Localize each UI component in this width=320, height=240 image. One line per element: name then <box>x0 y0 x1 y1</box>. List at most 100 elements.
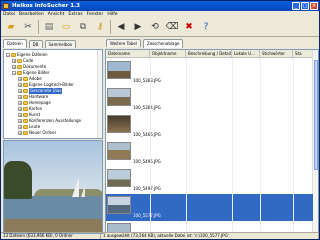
folder-icon <box>23 95 28 99</box>
minimize-button[interactable]: _ <box>292 2 300 10</box>
file-row[interactable]: 100_5466.JPG <box>106 113 313 140</box>
title-bar[interactable]: Heikos InfoSucher 1.3 _ □ × <box>1 1 319 11</box>
list-header: Dateiname Objektname Beschreibung / Deta… <box>106 50 318 58</box>
file-row[interactable]: 100_5364.JPG <box>106 86 313 113</box>
col-sta[interactable]: Sta <box>293 50 313 58</box>
expand-icon[interactable]: + <box>18 101 22 105</box>
col-dateiname[interactable]: Dateiname <box>106 50 150 58</box>
back-icon[interactable]: ◀ <box>114 20 128 34</box>
file-row[interactable]: 100_5495.JPG <box>106 140 313 167</box>
collapse-icon[interactable]: − <box>6 53 10 57</box>
tree-item-label: Eigene Logitech-Bilder <box>29 82 74 87</box>
tree-item-label: Gescannte Dias <box>29 88 63 94</box>
folder-icon <box>11 53 16 57</box>
file-list[interactable]: Dateiname Objektname Beschreibung / Deta… <box>105 49 319 233</box>
tree-item[interactable]: + Code <box>12 58 33 64</box>
forward-icon[interactable]: ▶ <box>131 20 145 34</box>
delete-icon[interactable]: ⌫ <box>165 20 179 34</box>
file-name: 100_5497.JPG <box>133 186 161 191</box>
tree-item[interactable]: + Homepage <box>18 100 51 106</box>
tree-item-label: Eigene Bilder <box>23 70 50 75</box>
col-objektname[interactable]: Objektname <box>150 50 186 58</box>
rotate-icon[interactable]: ⟲ <box>148 20 162 34</box>
stop-icon[interactable]: ✖ <box>182 20 196 34</box>
expand-icon[interactable]: + <box>12 65 16 69</box>
expand-icon[interactable]: + <box>18 119 22 123</box>
folder-icon[interactable]: ▭ <box>59 20 73 34</box>
tab-db[interactable]: DB <box>28 40 43 48</box>
tree-item[interactable]: + Kunst <box>18 112 40 118</box>
list-scroll-thumb[interactable] <box>314 60 318 170</box>
status-right: 1 ausgewählt (73,564 KB), aktuelle Datei… <box>101 233 319 239</box>
tree-item[interactable]: + Konferenzen Ausstellunge <box>18 118 81 124</box>
folder-icon <box>17 59 22 63</box>
file-name: 100_5363.JPG <box>133 78 161 83</box>
tree-item-label: Kunst <box>29 112 41 117</box>
file-row[interactable]: 100_5497.JPG <box>106 167 313 194</box>
tree-item[interactable]: + Dokumente <box>12 64 46 70</box>
tree-item[interactable]: − Eigene Dateien <box>6 52 48 58</box>
tree-item[interactable]: + Gescannte Dias <box>18 88 63 94</box>
folder-tree[interactable]: + Neuer Ordner + Leute + Konferenzen Ausstell… <box>3 49 103 139</box>
expand-icon[interactable]: + <box>18 107 22 111</box>
key-icon[interactable]: ⚷ <box>93 20 107 34</box>
column-divider <box>293 58 294 232</box>
help-icon[interactable]: ? <box>199 20 213 34</box>
expand-icon[interactable]: + <box>18 95 22 99</box>
menu-bearbeiten[interactable]: Bearbeiten <box>19 11 44 18</box>
address-bar: Weitere Tabel Zwischenablage <box>106 38 319 48</box>
tree-item[interactable]: + Leute <box>18 124 40 130</box>
column-divider <box>232 58 233 232</box>
tree-item-label: Homepage <box>29 100 51 105</box>
expand-icon[interactable]: + <box>18 83 22 87</box>
expand-icon[interactable]: + <box>12 59 16 63</box>
col-stichwoerter[interactable]: Stichwörter <box>260 50 293 58</box>
tree-item[interactable]: − Eigene Bilder <box>12 70 50 76</box>
folder-icon <box>23 119 28 123</box>
toolbar-separator <box>110 20 111 34</box>
tab-zwischenablage[interactable]: Zwischenablage <box>142 38 184 48</box>
tab-sammelbox[interactable]: Sammelbox <box>44 40 77 48</box>
tree-item[interactable]: + Karten <box>18 106 42 112</box>
folder-icon <box>23 125 28 129</box>
file-row[interactable]: 100_5363.JPG <box>106 59 313 86</box>
expand-icon[interactable]: + <box>18 89 22 93</box>
tree-item[interactable]: + Neuer Ordner <box>18 130 56 136</box>
cut-icon[interactable]: ✂ <box>21 20 35 34</box>
expand-icon[interactable]: + <box>18 77 22 81</box>
copy-icon[interactable]: ⧉ <box>76 20 90 34</box>
menu-datei[interactable]: Datei <box>3 11 15 18</box>
collapse-icon[interactable]: − <box>12 71 16 75</box>
file-icon[interactable]: ▤ <box>42 20 56 34</box>
tree-item-label: Adobe <box>29 76 42 81</box>
tree-item[interactable]: + Eigene Logitech-Bilder <box>18 82 74 88</box>
file-row[interactable]: 100_5577.JPG <box>106 194 313 221</box>
expand-icon[interactable]: + <box>18 113 22 117</box>
expand-icon[interactable]: + <box>18 125 22 129</box>
toolbar: ▰ ✂ ▤ ▭ ⧉ ⚷ ◀ ▶ ⟲ ⌫ ✖ ? <box>1 18 319 37</box>
tab-weitere-tabel[interactable]: Weitere Tabel <box>106 39 141 47</box>
tree-item-label: Hardware <box>29 94 49 99</box>
folder-icon <box>23 101 28 105</box>
col-beschreibung[interactable]: Beschreibung / Detail <box>186 50 232 58</box>
col-lokale[interactable]: Lokale U... <box>232 50 260 58</box>
preview-sail <box>72 177 79 197</box>
tree-item[interactable]: + Hardware <box>18 94 48 100</box>
close-button[interactable]: × <box>310 2 318 10</box>
menu-fenster[interactable]: Fenster <box>87 11 104 18</box>
menu-extras[interactable]: Extras <box>68 11 82 18</box>
open-folder-icon[interactable]: ▰ <box>4 20 18 34</box>
folder-icon <box>23 107 28 111</box>
folder-icon <box>17 71 22 75</box>
thumbnail-image <box>107 61 131 79</box>
folder-icon <box>17 65 22 69</box>
menu-hilfe[interactable]: Hilfe <box>107 11 117 18</box>
tab-dateien[interactable]: Dateien <box>3 39 27 48</box>
menu-ansicht[interactable]: Ansicht <box>48 11 65 18</box>
tree-item-label: Code <box>23 58 34 63</box>
folder-icon <box>23 89 28 93</box>
expand-icon[interactable]: + <box>18 131 22 135</box>
tree-item[interactable]: + Adobe <box>18 76 42 82</box>
tree-scrollbar[interactable] <box>97 50 102 138</box>
maximize-button[interactable]: □ <box>301 2 309 10</box>
